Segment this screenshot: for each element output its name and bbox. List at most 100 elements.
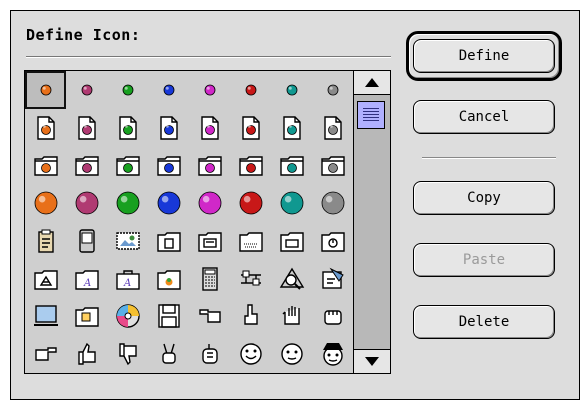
icon-cell[interactable]: [271, 222, 312, 260]
icon-cell[interactable]: [148, 71, 189, 109]
icon-cell[interactable]: [271, 71, 312, 109]
smiley-face-icon: [239, 343, 262, 365]
icon-cell[interactable]: [148, 335, 189, 373]
svg-text:A: A: [83, 278, 91, 289]
icon-cell[interactable]: [107, 222, 148, 260]
icon-cell[interactable]: [230, 335, 271, 373]
title-divider: [26, 56, 391, 58]
icon-cell[interactable]: [107, 298, 148, 336]
define-button[interactable]: Define: [413, 39, 555, 73]
icon-cell[interactable]: [312, 184, 353, 222]
magenta-small-ball-icon: [204, 84, 215, 96]
maroon-sphere-icon: [75, 191, 98, 215]
maroon-small-ball-icon: [81, 84, 92, 96]
icon-cell[interactable]: [148, 222, 189, 260]
icon-cell[interactable]: [25, 222, 66, 260]
icon-cell[interactable]: [107, 184, 148, 222]
icon-cell[interactable]: [189, 184, 230, 222]
grabbing-hand-icon: [323, 310, 342, 326]
icon-cell[interactable]: [312, 222, 353, 260]
icon-cell[interactable]: [312, 147, 353, 185]
red-small-ball-icon: [245, 84, 256, 96]
icon-cell[interactable]: [189, 147, 230, 185]
icon-cell[interactable]: [25, 147, 66, 185]
magenta-sphere-icon: [198, 191, 221, 215]
icon-cell[interactable]: [271, 335, 312, 373]
copy-button[interactable]: Copy: [413, 181, 555, 215]
cancel-button[interactable]: Cancel: [413, 100, 555, 134]
red-sphere-icon: [239, 191, 262, 215]
icon-cell[interactable]: [312, 298, 353, 336]
icon-cell[interactable]: [230, 298, 271, 336]
icon-cell[interactable]: [25, 260, 66, 298]
fist-icon: [201, 344, 218, 364]
blue-document-icon: [159, 115, 178, 140]
icon-cell[interactable]: [66, 298, 107, 336]
icon-cell[interactable]: [25, 184, 66, 222]
icon-cell[interactable]: [230, 109, 271, 147]
icon-cell[interactable]: [148, 109, 189, 147]
icon-cell[interactable]: [25, 109, 66, 147]
handheld-device-icon: [78, 229, 95, 253]
icon-cell[interactable]: [25, 71, 66, 109]
icon-cell[interactable]: [271, 260, 312, 298]
icon-cell[interactable]: [189, 260, 230, 298]
icon-cell[interactable]: [312, 335, 353, 373]
delete-button[interactable]: Delete: [413, 305, 555, 339]
scroll-thumb[interactable]: [357, 101, 385, 129]
icon-cell[interactable]: [66, 184, 107, 222]
blue-small-ball-icon: [163, 84, 174, 96]
icon-cell[interactable]: [148, 260, 189, 298]
icon-cell[interactable]: [189, 109, 230, 147]
calculator-icon: [201, 266, 218, 291]
icon-cell[interactable]: [312, 71, 353, 109]
icon-cell[interactable]: [189, 298, 230, 336]
icon-cell[interactable]: [312, 260, 353, 298]
icon-cell[interactable]: [148, 184, 189, 222]
font-folder-icon: A: [74, 269, 99, 290]
icon-cell[interactable]: [312, 109, 353, 147]
icon-cell[interactable]: A: [107, 260, 148, 298]
paste-button[interactable]: Paste: [413, 243, 555, 277]
icon-cell[interactable]: [107, 147, 148, 185]
icon-cell[interactable]: [66, 222, 107, 260]
teal-small-ball-icon: [286, 84, 297, 96]
icon-cell[interactable]: [66, 71, 107, 109]
icon-cell[interactable]: [271, 147, 312, 185]
icon-cell[interactable]: [66, 109, 107, 147]
icon-cell[interactable]: [271, 298, 312, 336]
scroll-up-button[interactable]: [354, 71, 390, 95]
icon-cell[interactable]: [148, 147, 189, 185]
icon-cell[interactable]: [148, 298, 189, 336]
icon-cell[interactable]: [230, 260, 271, 298]
icon-cell[interactable]: [66, 147, 107, 185]
icon-cell[interactable]: [66, 335, 107, 373]
icon-cell[interactable]: [107, 335, 148, 373]
icon-grid[interactable]: AA: [25, 71, 353, 373]
search-icon: [279, 267, 304, 290]
dialog-title: Define Icon:: [26, 26, 141, 44]
icon-cell[interactable]: [107, 109, 148, 147]
icon-cell[interactable]: [230, 222, 271, 260]
icon-cell[interactable]: [271, 109, 312, 147]
icon-cell[interactable]: [230, 147, 271, 185]
pointing-hand-up-icon: [243, 304, 258, 326]
icon-cell[interactable]: [230, 184, 271, 222]
thumbs-up-icon: [77, 342, 96, 365]
icon-cell[interactable]: [189, 71, 230, 109]
icon-cell[interactable]: [25, 298, 66, 336]
maroon-document-icon: [77, 115, 96, 140]
icon-cell[interactable]: [107, 71, 148, 109]
icon-grid-scrollbar[interactable]: [353, 71, 390, 373]
gray-small-ball-icon: [327, 84, 338, 96]
green-small-ball-icon: [122, 84, 133, 96]
teal-folder-icon: [279, 156, 304, 177]
icon-cell[interactable]: [189, 335, 230, 373]
icon-cell[interactable]: [230, 71, 271, 109]
icon-cell[interactable]: [271, 184, 312, 222]
icon-cell[interactable]: [189, 222, 230, 260]
icon-cell[interactable]: A: [66, 260, 107, 298]
scroll-down-button[interactable]: [354, 349, 390, 373]
icon-cell[interactable]: [25, 335, 66, 373]
arrow-up-icon: [365, 78, 379, 87]
